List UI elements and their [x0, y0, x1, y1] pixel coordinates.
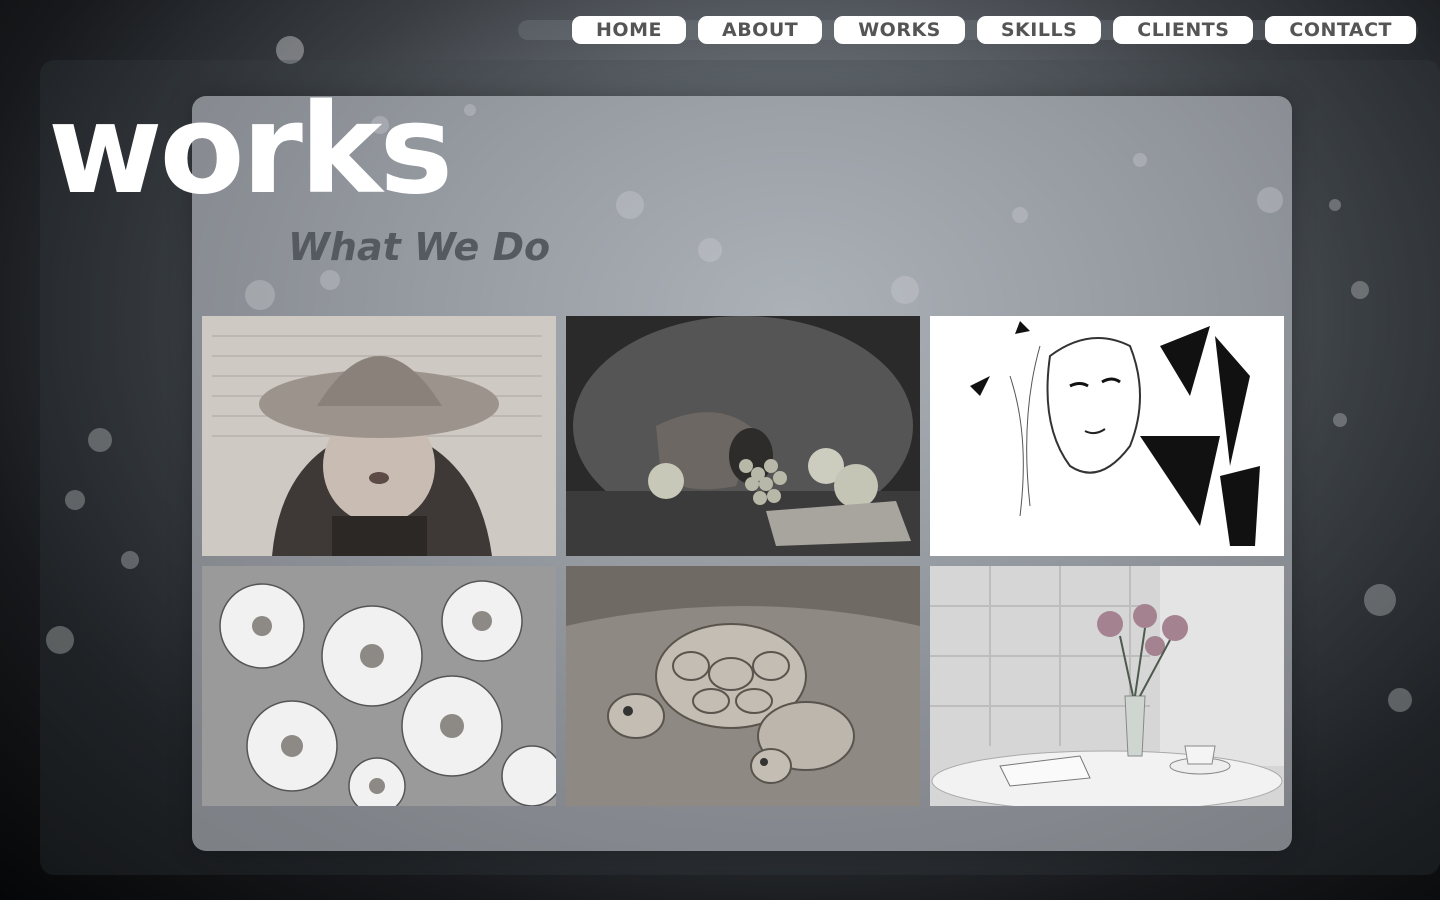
nav-clients-button[interactable]: CLIENTS	[1113, 16, 1254, 44]
works-gallery	[202, 316, 1284, 806]
nav-works-button[interactable]: WORKS	[834, 16, 965, 44]
gallery-item-flowers[interactable]	[202, 566, 556, 806]
sketch-face-image	[930, 316, 1284, 556]
flowers-painting-image	[202, 566, 556, 806]
roses-vase-image	[930, 566, 1284, 806]
gallery-item-still-life[interactable]	[566, 316, 920, 556]
main-nav: HOME ABOUT WORKS SKILLS CLIENTS CONTACT	[572, 16, 1416, 44]
nav-home-button[interactable]: HOME	[572, 16, 686, 44]
sand-turtles-image	[566, 566, 920, 806]
gallery-item-sand-turtles[interactable]	[566, 566, 920, 806]
nav-about-button[interactable]: ABOUT	[697, 16, 823, 44]
gallery-item-sketch-face[interactable]	[930, 316, 1284, 556]
woman-in-hat-image	[202, 316, 556, 556]
gallery-item-woman-hat[interactable]	[202, 316, 556, 556]
still-life-fruit-image	[566, 316, 920, 556]
section-title: works	[48, 78, 453, 222]
gallery-item-roses-vase[interactable]	[930, 566, 1284, 806]
section-subtitle: What We Do	[288, 225, 551, 269]
nav-contact-button[interactable]: CONTACT	[1265, 16, 1416, 44]
nav-skills-button[interactable]: SKILLS	[976, 16, 1102, 44]
